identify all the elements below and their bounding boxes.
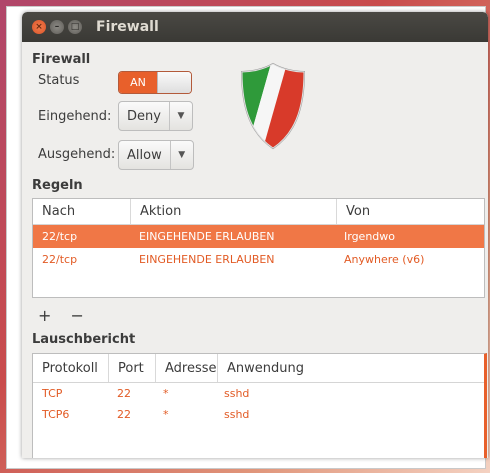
titlebar: × – □ Firewall — [22, 12, 488, 42]
close-icon[interactable]: × — [32, 20, 46, 34]
table-row[interactable]: TCP 22 * sshd — [33, 383, 484, 404]
listen-port: 22 — [117, 387, 131, 400]
listening-heading: Lauschbericht — [32, 332, 136, 347]
rule-from: Irgendwo — [344, 230, 396, 243]
table-row[interactable]: 22/tcp EINGEHENDE ERLAUBEN Irgendwo — [33, 225, 484, 248]
listen-app: sshd — [224, 408, 250, 421]
outgoing-label: Ausgehend: — [38, 147, 116, 162]
col-port[interactable]: Port — [109, 354, 156, 382]
incoming-combo[interactable]: Deny ▼ — [118, 101, 193, 131]
rule-action: EINGEHENDE ERLAUBEN — [139, 230, 275, 243]
table-row[interactable]: 22/tcp EINGEHENDE ERLAUBEN Anywhere (v6) — [33, 248, 484, 271]
rule-from: Anywhere (v6) — [344, 253, 425, 266]
chevron-down-icon: ▼ — [178, 150, 186, 160]
listen-address: * — [163, 387, 169, 400]
col-nach[interactable]: Nach — [33, 199, 131, 224]
listen-protocol: TCP6 — [42, 408, 70, 421]
window-title: Firewall — [96, 19, 159, 35]
status-switch[interactable]: AN — [118, 71, 192, 94]
rules-header: Nach Aktion Von — [33, 199, 484, 225]
listen-address: * — [163, 408, 169, 421]
firewall-shield-logo — [240, 62, 306, 150]
listen-protocol: TCP — [42, 387, 63, 400]
switch-knob[interactable] — [157, 72, 191, 93]
listen-port: 22 — [117, 408, 131, 421]
listen-app: sshd — [224, 387, 250, 400]
status-label: Status — [38, 73, 80, 88]
listening-header: Protokoll Port Adresse Anwendung — [33, 354, 484, 383]
firewall-window: × – □ Firewall Firewall Status AN Eingeh… — [22, 12, 488, 458]
col-anwendung[interactable]: Anwendung — [218, 354, 484, 382]
remove-rule-button[interactable]: − — [71, 306, 84, 325]
minimize-icon[interactable]: – — [50, 20, 64, 34]
chevron-down-icon: ▼ — [177, 111, 185, 121]
rules-table: Nach Aktion Von 22/tcp EINGEHENDE ERLAUB… — [32, 198, 485, 298]
outgoing-combo[interactable]: Allow ▼ — [118, 140, 194, 170]
col-protokoll[interactable]: Protokoll — [33, 354, 109, 382]
table-row[interactable]: TCP6 22 * sshd — [33, 404, 484, 425]
firewall-heading: Firewall — [32, 52, 91, 67]
status-switch-on-label: AN — [119, 72, 157, 93]
col-aktion[interactable]: Aktion — [131, 199, 337, 224]
rules-heading: Regeln — [32, 178, 83, 193]
incoming-label: Eingehend: — [38, 109, 112, 124]
col-von[interactable]: Von — [337, 199, 484, 224]
outgoing-value: Allow — [119, 141, 171, 169]
rule-to: 22/tcp — [42, 230, 78, 243]
maximize-icon[interactable]: □ — [68, 20, 82, 34]
col-adresse[interactable]: Adresse — [156, 354, 218, 382]
rule-action: EINGEHENDE ERLAUBEN — [139, 253, 275, 266]
rule-to: 22/tcp — [42, 253, 78, 266]
incoming-value: Deny — [119, 102, 170, 130]
rule-buttons: + − — [38, 306, 98, 325]
add-rule-button[interactable]: + — [38, 306, 51, 325]
listening-table: Protokoll Port Adresse Anwendung TCP 22 … — [32, 353, 487, 458]
